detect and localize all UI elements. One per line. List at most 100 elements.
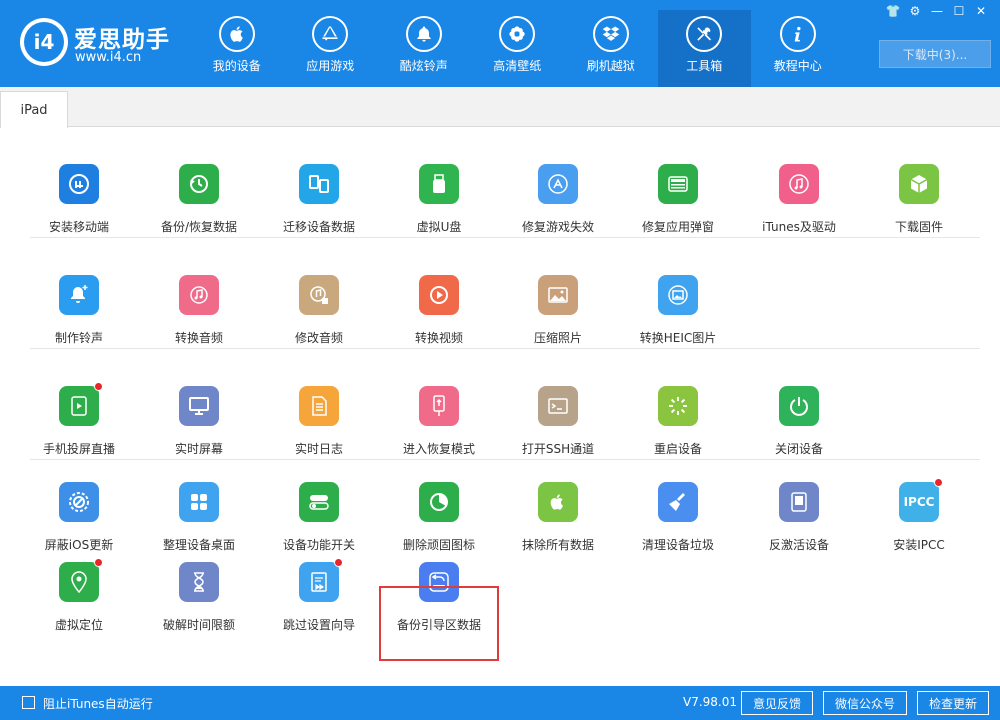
shirt-icon[interactable]: 👕 xyxy=(882,2,904,20)
skip-setup-icon xyxy=(299,558,343,602)
version-label: V7.98.01 xyxy=(683,695,738,709)
tool-label: 备份/恢复数据 xyxy=(160,220,238,234)
tool-block-update[interactable]: 屏蔽iOS更新 xyxy=(20,460,138,553)
tool-grid-apps[interactable]: 整理设备桌面 xyxy=(140,460,258,553)
brand-url: www.i4.cn xyxy=(75,50,142,65)
block-itunes-checkbox[interactable] xyxy=(22,696,35,709)
terminal-icon xyxy=(538,386,578,426)
tool-ipcc[interactable]: IPCC 安装IPCC xyxy=(860,460,978,553)
tool-terminal[interactable]: 打开SSH通道 xyxy=(499,349,617,457)
tool-cube[interactable]: 下载固件 xyxy=(860,127,978,235)
tool-broom[interactable]: 清理设备垃圾 xyxy=(619,460,737,553)
tool-clock-restore[interactable]: 备份/恢复数据 xyxy=(140,127,258,235)
app-store-icon xyxy=(312,16,349,52)
wechat-button[interactable]: 微信公众号 xyxy=(823,691,907,715)
tool-photo[interactable]: 压缩照片 xyxy=(499,238,617,346)
tool-label: 进入恢复模式 xyxy=(402,442,475,456)
play-circle-icon xyxy=(419,275,459,315)
tool-skip-setup[interactable]: 跳过设置向导 xyxy=(260,548,378,633)
notification-dot xyxy=(934,478,943,487)
block-itunes-label: 阻止iTunes自动运行 xyxy=(43,697,153,711)
ipcc-icon: IPCC xyxy=(899,478,943,522)
tool-hourglass[interactable]: 破解时间限额 xyxy=(140,548,258,633)
tool-migrate-devices[interactable]: 迁移设备数据 xyxy=(260,127,378,235)
dropbox-icon xyxy=(592,16,629,52)
tool-app-store-repair[interactable]: 修复游戏失效 xyxy=(499,127,617,235)
download-progress-button[interactable]: 下载中(3)... xyxy=(879,40,991,68)
tool-location-pin[interactable]: 虚拟定位 xyxy=(20,548,138,633)
nav-label: 我的设备 xyxy=(212,59,261,73)
nav-toolbox[interactable]: 工具箱 xyxy=(657,10,751,87)
tool-toggle[interactable]: 设备功能开关 xyxy=(260,460,378,553)
tool-bell-plus[interactable]: 制作铃声 xyxy=(20,238,138,346)
title-bar: i4 爱思助手 www.i4.cn 我的设备 应用游戏 酷炫铃声 高清壁纸 刷机… xyxy=(0,0,1000,87)
tool-pie-chart[interactable]: 删除顽固图标 xyxy=(380,460,498,553)
tool-label: 实时屏幕 xyxy=(174,442,223,456)
monitor-icon xyxy=(179,386,219,426)
tools-grid: 安装移动端 备份/恢复数据 迁移设备数据 虚拟U盘 修复游戏失效 修复应用弹窗 iTunes… xyxy=(20,127,980,632)
tool-label: 下载固件 xyxy=(894,220,943,234)
tool-deactivate[interactable]: 反激活设备 xyxy=(740,460,858,553)
tool-usb-drive[interactable]: 虚拟U盘 xyxy=(380,127,498,235)
tool-log-document[interactable]: 实时日志 xyxy=(260,349,378,457)
nav-flash-jailbreak[interactable]: 刷机越狱 xyxy=(564,10,658,87)
tool-label: 手机投屏直播 xyxy=(42,442,115,456)
nav-ringtones[interactable]: 酷炫铃声 xyxy=(377,10,471,87)
tool-label: 转换HEIC图片 xyxy=(639,331,717,345)
check-update-button[interactable]: 检查更新 xyxy=(917,691,989,715)
bell-plus-icon xyxy=(59,275,99,315)
nav-apps-games[interactable]: 应用游戏 xyxy=(284,10,378,87)
apple-id-icon xyxy=(658,164,698,204)
notification-dot xyxy=(94,382,103,391)
tools-row: 制作铃声 转换音频 修改音频 转换视频 压缩照片 转换HEIC图片 xyxy=(20,238,980,349)
gear-icon[interactable]: ⚙ xyxy=(904,2,926,20)
tool-heic-photo[interactable]: 转换HEIC图片 xyxy=(619,238,737,346)
feedback-button[interactable]: 意见反馈 xyxy=(741,691,813,715)
tab-ipad[interactable]: iPad xyxy=(0,91,68,128)
tool-power[interactable]: 关闭设备 xyxy=(740,349,858,457)
tool-monitor[interactable]: 实时屏幕 xyxy=(140,349,258,457)
pie-chart-icon xyxy=(419,482,459,522)
nav-my-device[interactable]: 我的设备 xyxy=(190,10,284,87)
tool-apple-id[interactable]: 修复应用弹窗 xyxy=(619,127,737,235)
nav-label: 刷机越狱 xyxy=(586,59,635,73)
tool-screen-cast[interactable]: 手机投屏直播 xyxy=(20,349,138,457)
power-icon xyxy=(779,386,819,426)
heic-photo-icon xyxy=(658,275,698,315)
nav-label: 酷炫铃声 xyxy=(399,59,448,73)
tool-label: 转换视频 xyxy=(414,331,463,345)
tool-i4[interactable]: 安装移动端 xyxy=(20,127,138,235)
tools-row: 手机投屏直播 实时屏幕 实时日志 进入恢复模式 打开SSH通道 重启设备 关闭设备 xyxy=(20,349,980,460)
tool-itunes[interactable]: iTunes及驱动 xyxy=(740,127,858,235)
block-update-icon xyxy=(59,482,99,522)
music-edit-icon xyxy=(299,275,339,315)
minimize-icon[interactable]: — xyxy=(926,2,948,20)
logo-mark: i4 xyxy=(24,22,64,62)
tool-recovery-mode[interactable]: 进入恢复模式 xyxy=(380,349,498,457)
nav-wallpapers[interactable]: 高清壁纸 xyxy=(471,10,565,87)
itunes-icon xyxy=(779,164,819,204)
tool-label: 打开SSH通道 xyxy=(521,442,595,456)
info-icon xyxy=(779,16,816,52)
recovery-mode-icon xyxy=(419,386,459,426)
nav-tutorials[interactable]: 教程中心 xyxy=(751,10,845,87)
close-icon[interactable]: ✕ xyxy=(970,2,992,20)
tools-row: 虚拟定位 破解时间限额 跳过设置向导 备份引导区数据 xyxy=(20,548,980,632)
nav-label: 教程中心 xyxy=(773,59,822,73)
tool-apple-erase[interactable]: 抹除所有数据 xyxy=(499,460,617,553)
tool-restart[interactable]: 重启设备 xyxy=(619,349,737,457)
selection-highlight xyxy=(379,586,499,661)
tool-label: 重启设备 xyxy=(653,442,702,456)
tool-play-circle[interactable]: 转换视频 xyxy=(380,238,498,346)
maximize-icon[interactable]: ☐ xyxy=(948,2,970,20)
broom-icon xyxy=(658,482,698,522)
app-store-repair-icon xyxy=(538,164,578,204)
cube-icon xyxy=(899,164,939,204)
tool-label: 破解时间限额 xyxy=(162,618,235,632)
photo-icon xyxy=(538,275,578,315)
tool-music-note[interactable]: 转换音频 xyxy=(140,238,258,346)
tool-label: 迁移设备数据 xyxy=(282,220,355,234)
tool-label: 虚拟U盘 xyxy=(416,220,462,234)
tool-music-edit[interactable]: 修改音频 xyxy=(260,238,378,346)
nav-label: 工具箱 xyxy=(686,59,723,73)
